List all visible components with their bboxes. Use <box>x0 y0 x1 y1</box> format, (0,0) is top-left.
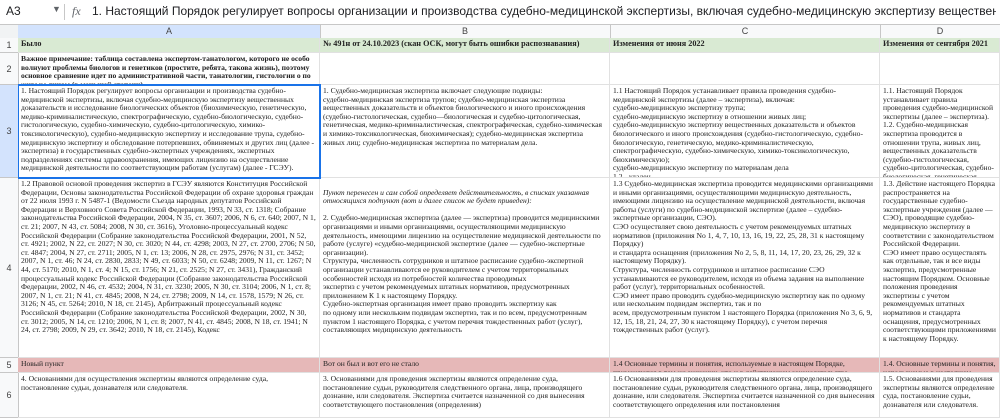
cell-c6[interactable]: 1.6 Основаниями для проведения экспертиз… <box>610 373 880 418</box>
cell-b6[interactable]: 3. Основаниями для проведения экспертизы… <box>320 373 610 418</box>
cell-a4[interactable]: 1.2 Правовой основой проведения эксперти… <box>18 178 320 358</box>
column-header-a[interactable]: A <box>18 25 321 38</box>
column-headers: A B C D <box>0 25 1000 39</box>
cell-d1[interactable]: Изменения от сентября 2021 <box>880 38 1000 53</box>
cell-d3[interactable]: 1.1. Настоящий Порядок устанавливает пра… <box>880 85 1000 178</box>
cell-c2[interactable] <box>610 53 880 85</box>
cell-c4[interactable]: 1.3 Судебно-медицинская экспертиза прово… <box>610 178 880 358</box>
row-header-3[interactable]: 3 <box>0 85 18 178</box>
cell-a2[interactable]: Важное примечание: таблица составлена эк… <box>18 53 320 85</box>
cell-b5[interactable]: Вот он был и вот его не стало <box>320 358 610 373</box>
cell-b1[interactable]: № 491н от 24.10.2023 (скан ОСК, могут бы… <box>320 38 610 53</box>
formula-separator <box>64 4 65 20</box>
column-header-d[interactable]: D <box>880 25 1000 38</box>
cell-a3-selected[interactable]: 1. Настоящий Порядок регулирует вопросы … <box>18 84 321 179</box>
spreadsheet-grid: Было № 491н от 24.10.2023 (скан ОСК, мог… <box>18 38 1000 418</box>
cell-a6[interactable]: 4. Основаниями для осуществления эксперт… <box>18 373 320 418</box>
column-header-b[interactable]: B <box>320 25 611 38</box>
cell-c1[interactable]: Изменения от июня 2022 <box>610 38 880 53</box>
name-box[interactable]: A3 <box>4 3 52 20</box>
row-header-4[interactable]: 4 <box>0 178 18 358</box>
formula-bar: A3 ▼ fx 1. Настоящий Порядок регулирует … <box>0 0 1000 25</box>
cell-a5[interactable]: Новый пункт <box>18 358 320 373</box>
cell-b2[interactable] <box>320 53 610 85</box>
cell-d6[interactable]: 1.5. Основаниями для проведения эксперти… <box>880 373 1000 418</box>
cell-d4[interactable]: 1.3. Действие настоящего Порядка распрос… <box>880 178 1000 358</box>
cell-b3[interactable]: 1. Судебно-медицинская экспертиза включа… <box>320 85 610 178</box>
row-header-2[interactable]: 2 <box>0 53 18 85</box>
cell-c5[interactable]: 1.4 Основные термины и понятия, использу… <box>610 358 880 373</box>
select-all-corner[interactable] <box>0 25 19 38</box>
row-header-5[interactable]: 5 <box>0 358 18 373</box>
cell-c3[interactable]: 1.1 Настоящий Порядок устанавливает прав… <box>610 85 880 178</box>
row-header-1[interactable]: 1 <box>0 38 18 53</box>
cell-b4-text: 2. Судебно-медицинская экспертиза (далее… <box>323 213 601 335</box>
cell-b4-note: Пункт перенесен и сам собой определяет д… <box>323 187 590 206</box>
fx-icon: fx <box>72 4 81 18</box>
cell-d5[interactable]: 1.4. Основные термины и понятия, использ… <box>880 358 1000 373</box>
row-headers: 1 2 3 4 5 6 <box>0 38 19 418</box>
cell-a1[interactable]: Было <box>18 38 320 53</box>
cell-d2[interactable] <box>880 53 1000 85</box>
column-header-c[interactable]: C <box>610 25 881 38</box>
chevron-down-icon[interactable]: ▼ <box>52 4 61 14</box>
cell-b4[interactable]: Пункт перенесен и сам собой определяет д… <box>320 178 610 358</box>
row-header-6[interactable]: 6 <box>0 373 18 418</box>
formula-input[interactable]: 1. Настоящий Порядок регулирует вопросы … <box>92 3 996 20</box>
